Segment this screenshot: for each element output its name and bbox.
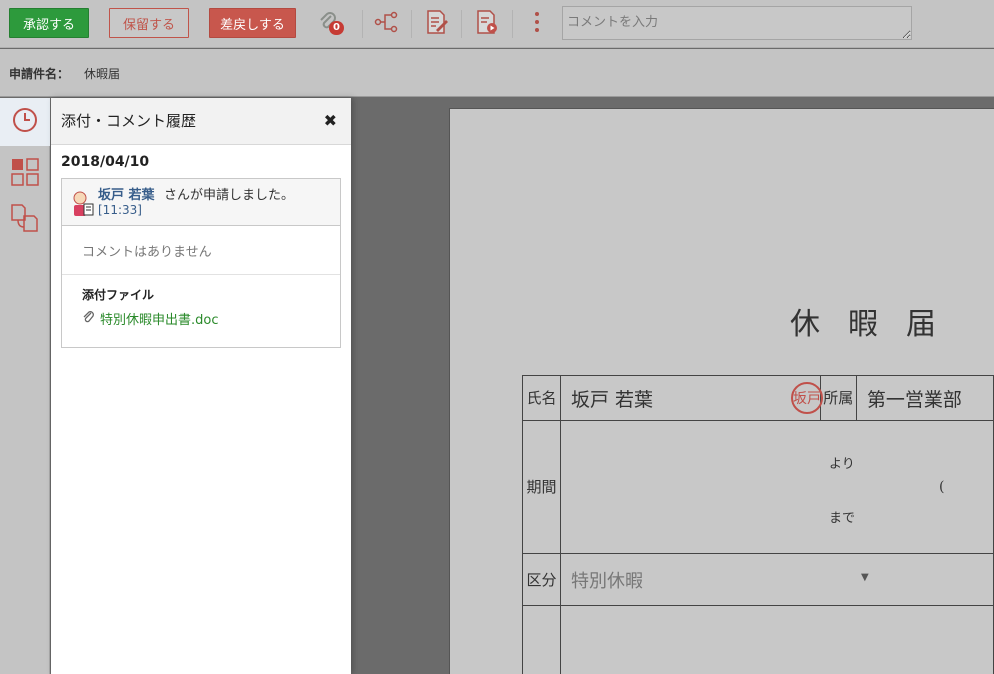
edit-doc-button[interactable] bbox=[421, 8, 453, 40]
dept-value: 第一営業部 bbox=[855, 375, 994, 421]
subject-row: 申請件名： 休暇届 bbox=[0, 49, 994, 97]
history-entry: 坂戸 若葉 さんが申請しました。 [11:33] コメントはありません 添付ファ… bbox=[61, 178, 341, 348]
period-from-text: より bbox=[828, 457, 855, 472]
documents-icon bbox=[10, 203, 40, 237]
entry-header: 坂戸 若葉 さんが申請しました。 [11:33] bbox=[62, 179, 340, 226]
period-cell: より ( まで bbox=[559, 420, 994, 554]
grid-icon bbox=[11, 158, 39, 190]
route-button[interactable] bbox=[370, 8, 402, 40]
no-comment-text: コメントはありません bbox=[82, 245, 212, 260]
blank-cell bbox=[559, 605, 994, 674]
name-value: 坂戸 若葉 bbox=[570, 388, 654, 411]
chevron-down-icon: ▼ bbox=[860, 572, 869, 583]
user-avatar-icon bbox=[72, 191, 94, 221]
period-to-text: まで bbox=[828, 511, 855, 526]
entry-divider bbox=[62, 274, 340, 275]
entry-action-text: さんが申請しました。 bbox=[164, 188, 295, 203]
edit-doc-icon bbox=[424, 9, 450, 39]
attachment-file-name: 特別休暇申出書.doc bbox=[100, 313, 219, 328]
toolbar-divider bbox=[411, 10, 412, 38]
entry-user-link[interactable]: 坂戸 若葉 bbox=[98, 184, 155, 203]
type-label: 区分 bbox=[522, 553, 561, 606]
preview-doc-icon bbox=[474, 9, 500, 39]
approve-button[interactable]: 承認する bbox=[9, 8, 89, 38]
more-icon bbox=[533, 10, 541, 38]
history-tab[interactable] bbox=[0, 98, 50, 146]
entry-time: [11:33] bbox=[98, 203, 142, 217]
more-button[interactable] bbox=[521, 8, 553, 40]
attachment-file-link[interactable]: 特別休暇申出書.doc bbox=[82, 309, 219, 328]
hold-button[interactable]: 保留する bbox=[109, 8, 189, 38]
side-icon-bar bbox=[0, 98, 50, 674]
paperclip-icon bbox=[82, 310, 96, 328]
toolbar-divider bbox=[461, 10, 462, 38]
reject-button[interactable]: 差戻しする bbox=[209, 8, 296, 38]
panel-title: 添付・コメント履歴 bbox=[61, 112, 197, 130]
period-paren: ( bbox=[938, 479, 945, 495]
period-label: 期間 bbox=[522, 420, 561, 554]
attachment-label: 添付ファイル bbox=[82, 288, 155, 302]
seal-stamp: 坂戸 bbox=[790, 382, 823, 414]
subject-label: 申請件名： bbox=[9, 67, 70, 81]
comment-history-panel: 添付・コメント履歴 ✖ 2018/04/10 坂戸 若葉 さんが申請しました。 … bbox=[51, 98, 351, 674]
name-label: 氏名 bbox=[522, 375, 561, 421]
toolbar: 承認する 保留する 差戻しする 0 bbox=[0, 0, 994, 48]
blank-label-cell bbox=[522, 605, 561, 674]
preview-doc-button[interactable] bbox=[471, 8, 503, 40]
attachment-button[interactable]: 0 bbox=[312, 8, 344, 40]
type-select[interactable]: 特別休暇 ▼ bbox=[559, 553, 994, 606]
close-icon[interactable]: ✖ bbox=[324, 111, 337, 130]
type-value: 特別休暇 bbox=[570, 570, 643, 592]
history-icon bbox=[11, 106, 39, 138]
dept-label: 所属 bbox=[819, 375, 857, 421]
document-preview: 休暇届 氏名 坂戸 若葉 坂戸 所属 第一営業部 期間 より ( まで 区分 特… bbox=[449, 108, 994, 674]
comment-input[interactable] bbox=[562, 6, 912, 40]
document-title: 休暇届 bbox=[790, 307, 964, 342]
history-date: 2018/04/10 bbox=[61, 154, 150, 170]
documents-tab[interactable] bbox=[0, 196, 50, 244]
toolbar-divider bbox=[512, 10, 513, 38]
grid-tab[interactable] bbox=[0, 150, 50, 198]
panel-header: 添付・コメント履歴 ✖ bbox=[51, 98, 351, 145]
name-cell: 坂戸 若葉 坂戸 bbox=[559, 375, 823, 421]
route-icon bbox=[374, 10, 398, 38]
leave-form-table: 氏名 坂戸 若葉 坂戸 所属 第一営業部 期間 より ( まで 区分 特別休暇 … bbox=[522, 375, 994, 674]
subject-value: 休暇届 bbox=[84, 67, 121, 81]
toolbar-divider bbox=[362, 10, 363, 38]
attachment-count-badge: 0 bbox=[329, 21, 344, 35]
